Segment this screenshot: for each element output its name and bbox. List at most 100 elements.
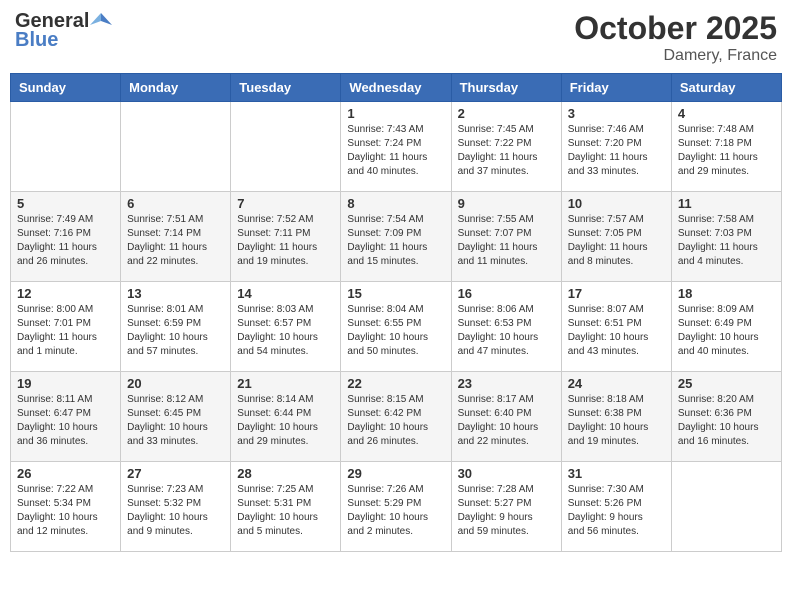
weekday-header-monday: Monday (121, 74, 231, 102)
day-number: 6 (127, 196, 224, 211)
calendar-cell: 22 Sunrise: 8:15 AMSunset: 6:42 PMDayligh… (341, 372, 451, 462)
calendar-cell (671, 462, 781, 552)
day-info: Sunrise: 8:01 AMSunset: 6:59 PMDaylight:… (127, 303, 224, 359)
weekday-header-saturday: Saturday (671, 74, 781, 102)
calendar-cell (121, 102, 231, 192)
calendar-cell: 30 Sunrise: 7:28 AMSunset: 5:27 PMDayligh… (451, 462, 561, 552)
day-info: Sunrise: 8:20 AMSunset: 6:36 PMDaylight:… (678, 393, 775, 449)
calendar-week-row: 5 Sunrise: 7:49 AMSunset: 7:16 PMDaylight… (11, 192, 782, 282)
day-info: Sunrise: 8:04 AMSunset: 6:55 PMDaylight:… (347, 303, 444, 359)
day-info: Sunrise: 7:52 AMSunset: 7:11 PMDaylight:… (237, 213, 334, 269)
calendar-cell: 27 Sunrise: 7:23 AMSunset: 5:32 PMDayligh… (121, 462, 231, 552)
location-title: Damery, France (574, 47, 777, 65)
calendar-cell: 31 Sunrise: 7:30 AMSunset: 5:26 PMDayligh… (561, 462, 671, 552)
day-number: 23 (458, 376, 555, 391)
day-info: Sunrise: 7:57 AMSunset: 7:05 PMDaylight:… (568, 213, 665, 269)
calendar-cell (231, 102, 341, 192)
day-number: 9 (458, 196, 555, 211)
day-info: Sunrise: 8:18 AMSunset: 6:38 PMDaylight:… (568, 393, 665, 449)
calendar-cell: 13 Sunrise: 8:01 AMSunset: 6:59 PMDayligh… (121, 282, 231, 372)
calendar-cell: 5 Sunrise: 7:49 AMSunset: 7:16 PMDaylight… (11, 192, 121, 282)
day-info: Sunrise: 7:58 AMSunset: 7:03 PMDaylight:… (678, 213, 775, 269)
day-info: Sunrise: 8:03 AMSunset: 6:57 PMDaylight:… (237, 303, 334, 359)
day-info: Sunrise: 7:45 AMSunset: 7:22 PMDaylight:… (458, 123, 555, 179)
day-info: Sunrise: 7:49 AMSunset: 7:16 PMDaylight:… (17, 213, 114, 269)
day-number: 5 (17, 196, 114, 211)
day-number: 26 (17, 466, 114, 481)
day-number: 24 (568, 376, 665, 391)
calendar-cell: 18 Sunrise: 8:09 AMSunset: 6:49 PMDayligh… (671, 282, 781, 372)
day-info: Sunrise: 7:51 AMSunset: 7:14 PMDaylight:… (127, 213, 224, 269)
day-info: Sunrise: 7:54 AMSunset: 7:09 PMDaylight:… (347, 213, 444, 269)
day-number: 16 (458, 286, 555, 301)
calendar-cell: 19 Sunrise: 8:11 AMSunset: 6:47 PMDayligh… (11, 372, 121, 462)
day-info: Sunrise: 8:14 AMSunset: 6:44 PMDaylight:… (237, 393, 334, 449)
day-info: Sunrise: 8:06 AMSunset: 6:53 PMDaylight:… (458, 303, 555, 359)
calendar-cell: 7Sunrise: 7:52 AMSunset: 7:11 PMDaylight… (231, 192, 341, 282)
calendar-cell: 26 Sunrise: 7:22 AMSunset: 5:34 PMDayligh… (11, 462, 121, 552)
calendar-cell: 11 Sunrise: 7:58 AMSunset: 7:03 PMDayligh… (671, 192, 781, 282)
day-info: Sunrise: 8:09 AMSunset: 6:49 PMDaylight:… (678, 303, 775, 359)
day-info: Sunrise: 8:11 AMSunset: 6:47 PMDaylight:… (17, 393, 114, 449)
calendar-cell: 16 Sunrise: 8:06 AMSunset: 6:53 PMDayligh… (451, 282, 561, 372)
calendar-cell: 15 Sunrise: 8:04 AMSunset: 6:55 PMDayligh… (341, 282, 451, 372)
day-number: 15 (347, 286, 444, 301)
weekday-header-sunday: Sunday (11, 74, 121, 102)
calendar-cell: 17Sunrise: 8:07 AMSunset: 6:51 PMDayligh… (561, 282, 671, 372)
logo-blue: Blue (15, 29, 58, 52)
calendar-table: SundayMondayTuesdayWednesdayThursdayFrid… (10, 73, 782, 552)
day-number: 21 (237, 376, 334, 391)
calendar-cell: 20Sunrise: 8:12 AMSunset: 6:45 PMDayligh… (121, 372, 231, 462)
day-number: 19 (17, 376, 114, 391)
day-number: 27 (127, 466, 224, 481)
calendar-cell: 9 Sunrise: 7:55 AMSunset: 7:07 PMDaylight… (451, 192, 561, 282)
calendar-cell: 3 Sunrise: 7:46 AMSunset: 7:20 PMDaylight… (561, 102, 671, 192)
calendar-cell: 4 Sunrise: 7:48 AMSunset: 7:18 PMDaylight… (671, 102, 781, 192)
day-number: 3 (568, 106, 665, 121)
calendar-cell: 29 Sunrise: 7:26 AMSunset: 5:29 PMDayligh… (341, 462, 451, 552)
day-info: Sunrise: 7:23 AMSunset: 5:32 PMDaylight:… (127, 483, 224, 539)
day-info: Sunrise: 7:46 AMSunset: 7:20 PMDaylight:… (568, 123, 665, 179)
logo-bird-icon (90, 11, 112, 33)
calendar-cell: 23 Sunrise: 8:17 AMSunset: 6:40 PMDayligh… (451, 372, 561, 462)
day-info: Sunrise: 7:43 AMSunset: 7:24 PMDaylight:… (347, 123, 444, 179)
day-number: 2 (458, 106, 555, 121)
day-number: 8 (347, 196, 444, 211)
weekday-header-tuesday: Tuesday (231, 74, 341, 102)
day-info: Sunrise: 8:07 AMSunset: 6:51 PMDaylight:… (568, 303, 665, 359)
day-info: Sunrise: 7:55 AMSunset: 7:07 PMDaylight:… (458, 213, 555, 269)
calendar-cell: 21 Sunrise: 8:14 AMSunset: 6:44 PMDayligh… (231, 372, 341, 462)
day-number: 12 (17, 286, 114, 301)
day-number: 31 (568, 466, 665, 481)
page-header: General Blue October 2025 Damery, France (10, 10, 782, 65)
calendar-cell: 14Sunrise: 8:03 AMSunset: 6:57 PMDayligh… (231, 282, 341, 372)
day-info: Sunrise: 7:48 AMSunset: 7:18 PMDaylight:… (678, 123, 775, 179)
day-number: 13 (127, 286, 224, 301)
day-number: 30 (458, 466, 555, 481)
calendar-cell: 8 Sunrise: 7:54 AMSunset: 7:09 PMDaylight… (341, 192, 451, 282)
day-info: Sunrise: 7:28 AMSunset: 5:27 PMDaylight:… (458, 483, 555, 539)
calendar-cell: 6 Sunrise: 7:51 AMSunset: 7:14 PMDaylight… (121, 192, 231, 282)
calendar-cell (11, 102, 121, 192)
day-info: Sunrise: 7:30 AMSunset: 5:26 PMDaylight:… (568, 483, 665, 539)
day-number: 28 (237, 466, 334, 481)
day-number: 29 (347, 466, 444, 481)
calendar-cell: 25Sunrise: 8:20 AMSunset: 6:36 PMDayligh… (671, 372, 781, 462)
day-number: 18 (678, 286, 775, 301)
calendar-week-row: 1 Sunrise: 7:43 AMSunset: 7:24 PMDaylight… (11, 102, 782, 192)
day-info: Sunrise: 7:22 AMSunset: 5:34 PMDaylight:… (17, 483, 114, 539)
weekday-header-row: SundayMondayTuesdayWednesdayThursdayFrid… (11, 74, 782, 102)
calendar-cell: 2 Sunrise: 7:45 AMSunset: 7:22 PMDaylight… (451, 102, 561, 192)
calendar-cell: 10Sunrise: 7:57 AMSunset: 7:05 PMDayligh… (561, 192, 671, 282)
day-number: 11 (678, 196, 775, 211)
calendar-week-row: 19 Sunrise: 8:11 AMSunset: 6:47 PMDayligh… (11, 372, 782, 462)
day-info: Sunrise: 8:15 AMSunset: 6:42 PMDaylight:… (347, 393, 444, 449)
day-number: 1 (347, 106, 444, 121)
day-info: Sunrise: 7:25 AMSunset: 5:31 PMDaylight:… (237, 483, 334, 539)
weekday-header-thursday: Thursday (451, 74, 561, 102)
calendar-cell: 12Sunrise: 8:00 AMSunset: 7:01 PMDayligh… (11, 282, 121, 372)
day-number: 22 (347, 376, 444, 391)
day-info: Sunrise: 7:26 AMSunset: 5:29 PMDaylight:… (347, 483, 444, 539)
day-number: 4 (678, 106, 775, 121)
day-info: Sunrise: 8:17 AMSunset: 6:40 PMDaylight:… (458, 393, 555, 449)
